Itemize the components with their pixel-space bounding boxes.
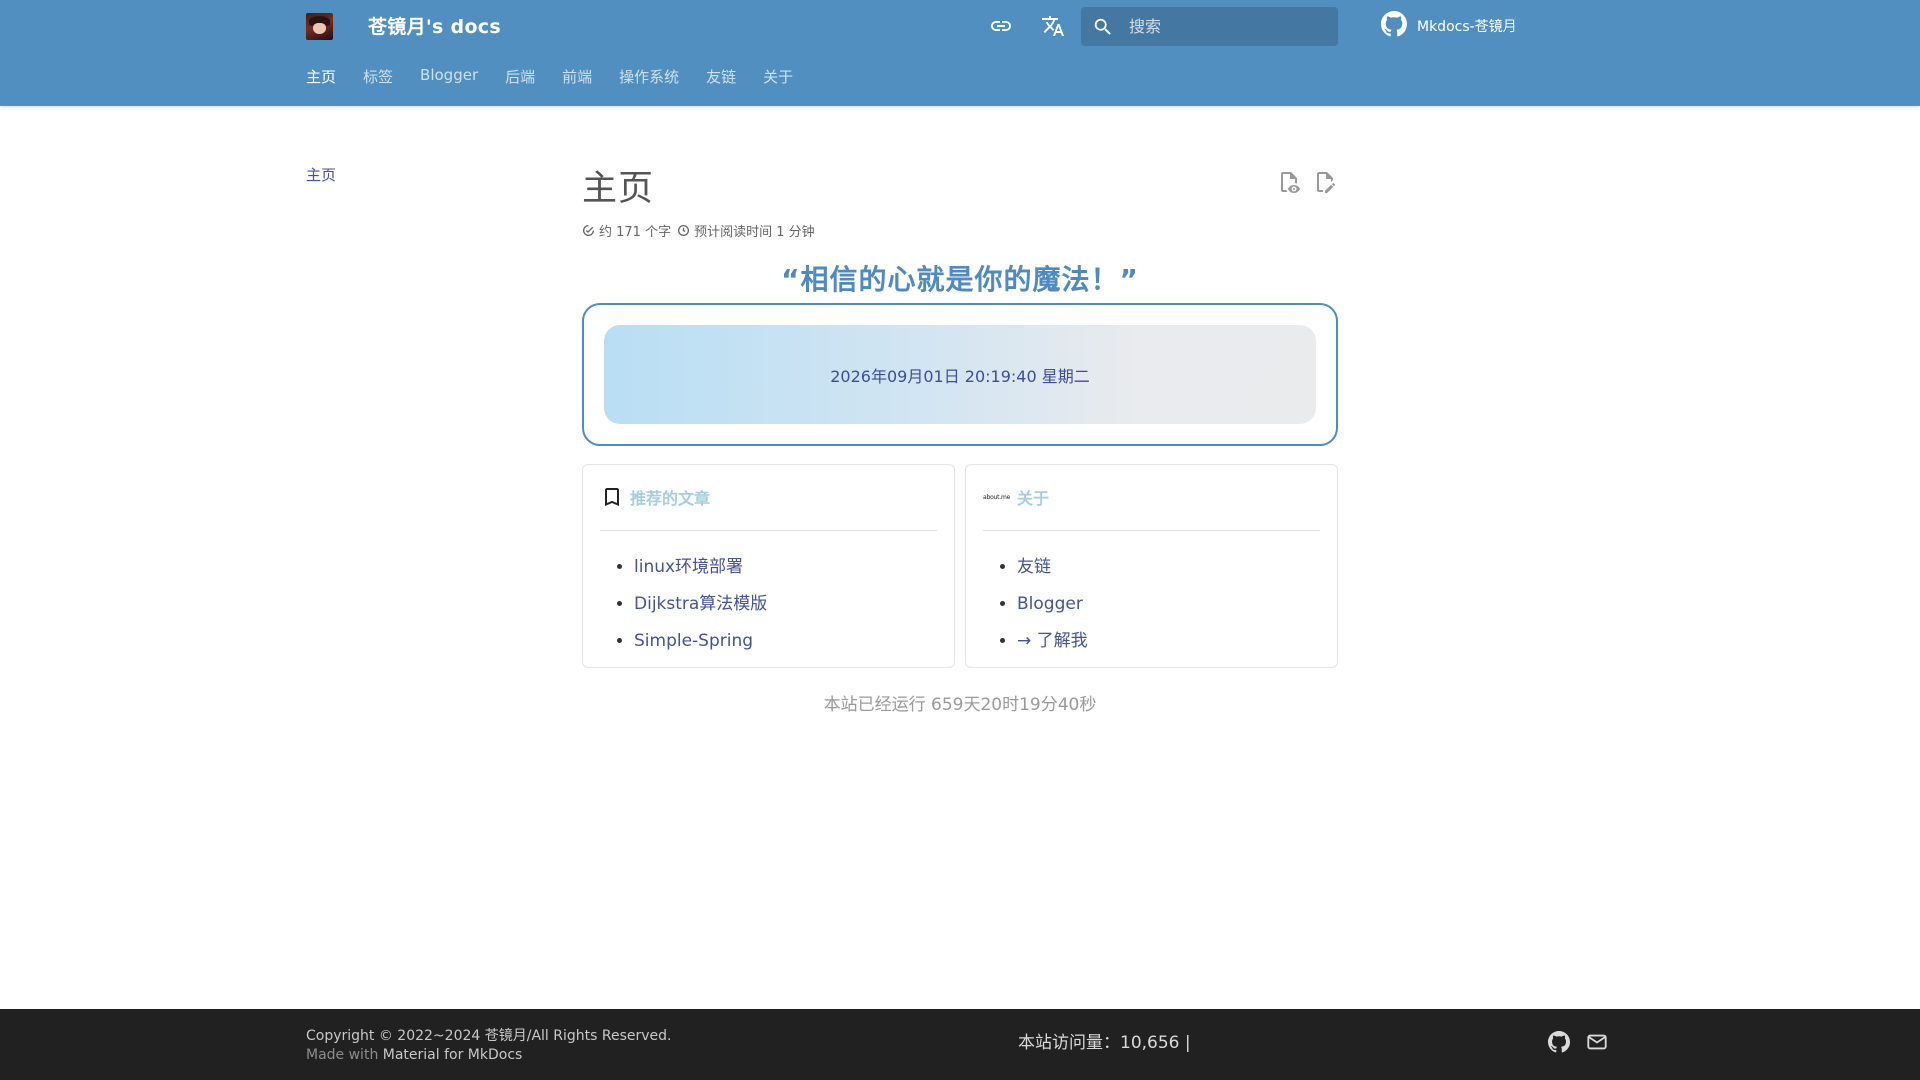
repo-label: Mkdocs-苍镜月 (1417, 19, 1517, 35)
mail-icon[interactable] (1586, 1031, 1608, 1057)
edit-icon[interactable] (1313, 170, 1337, 198)
tab-tags[interactable]: 标签 (363, 66, 393, 87)
divider (983, 530, 1320, 531)
tab-os[interactable]: 操作系统 (619, 66, 679, 87)
nav-tabs: 主页 标签 Blogger 后端 前端 操作系统 友链 关于 (306, 66, 820, 87)
about-me-logo: about.me (983, 493, 1011, 501)
site-title[interactable]: 苍镜月's docs (368, 12, 501, 39)
list-item[interactable]: linux环境部署 (634, 549, 767, 586)
page-title: 主页 (582, 169, 655, 209)
page-actions (1277, 170, 1337, 198)
translate-icon[interactable] (1040, 13, 1066, 39)
bookmark-icon (605, 488, 619, 506)
clock-panel: 2026年09月01日 20:19:40 星期二 (604, 325, 1316, 424)
tab-frontend[interactable]: 前端 (562, 66, 592, 87)
search-input[interactable] (1129, 7, 1329, 46)
view-source-icon[interactable] (1277, 170, 1301, 198)
tab-backend[interactable]: 后端 (505, 66, 535, 87)
top-bar: 苍镜月's docs Mkdocs-苍镜月 (0, 0, 1920, 52)
material-link[interactable]: Material for MkDocs (383, 1047, 523, 1063)
sidebar-item-home[interactable]: 主页 (306, 164, 336, 185)
quote-heading: “相信的心就是你的魔法！” (781, 263, 1139, 296)
site-runtime: 本站已经运行 659天20时19分40秒 (823, 695, 1097, 715)
recommended-list: linux环境部署 Dijkstra算法模版 Simple-Spring (634, 549, 767, 660)
visit-counter: 本站访问量：10,656 | (1018, 1033, 1191, 1053)
footer: Copyright © 2022~2024 苍镜月/All Rights Res… (0, 1009, 1920, 1080)
site-logo[interactable] (306, 13, 333, 40)
tab-blogger[interactable]: Blogger (420, 66, 478, 87)
about-list: 友链 Blogger → 了解我 (1017, 549, 1088, 660)
about-card-title: 关于 (1017, 489, 1050, 508)
tab-about[interactable]: 关于 (763, 66, 793, 87)
tab-home[interactable]: 主页 (306, 66, 336, 87)
copyright: Copyright © 2022~2024 苍镜月/All Rights Res… (306, 1028, 672, 1044)
about-card-header: about.me 关于 (983, 485, 1049, 509)
list-item[interactable]: Blogger (1017, 586, 1088, 623)
social-links (1548, 1031, 1608, 1057)
read-time: 预计阅读时间 1 分钟 (677, 221, 815, 240)
check-circle-icon (583, 224, 595, 236)
header: 苍镜月's docs Mkdocs-苍镜月 主页 标签 Blogger 后端 前… (0, 0, 1920, 106)
page-meta: 约 171 个字 预计阅读时间 1 分钟 (582, 221, 821, 240)
list-item[interactable]: Simple-Spring (634, 623, 767, 660)
recommended-card-title: 推荐的文章 (630, 489, 711, 508)
clock-widget: 2026年09月01日 20:19:40 星期二 (582, 303, 1338, 446)
github-icon (1381, 11, 1407, 41)
repo-link[interactable]: Mkdocs-苍镜月 (1381, 11, 1517, 41)
about-card: about.me 关于 友链 Blogger → 了解我 (965, 464, 1338, 668)
list-item[interactable]: → 了解我 (1017, 623, 1088, 660)
list-item[interactable]: 友链 (1017, 549, 1088, 586)
made-with: Made with Material for MkDocs (306, 1047, 523, 1063)
search-box[interactable] (1081, 7, 1338, 46)
word-count: 约 171 个字 (582, 221, 671, 240)
clock-text: 2026年09月01日 20:19:40 星期二 (830, 366, 1090, 386)
divider (600, 530, 937, 531)
recommended-card: 推荐的文章 linux环境部署 Dijkstra算法模版 Simple-Spri… (582, 464, 955, 668)
github-icon[interactable] (1548, 1031, 1570, 1057)
link-icon[interactable] (988, 13, 1014, 39)
tab-friends[interactable]: 友链 (706, 66, 736, 87)
search-icon (1092, 16, 1114, 42)
list-item[interactable]: Dijkstra算法模版 (634, 586, 767, 623)
recommended-card-header: 推荐的文章 (600, 485, 710, 509)
clock-icon (678, 224, 690, 237)
